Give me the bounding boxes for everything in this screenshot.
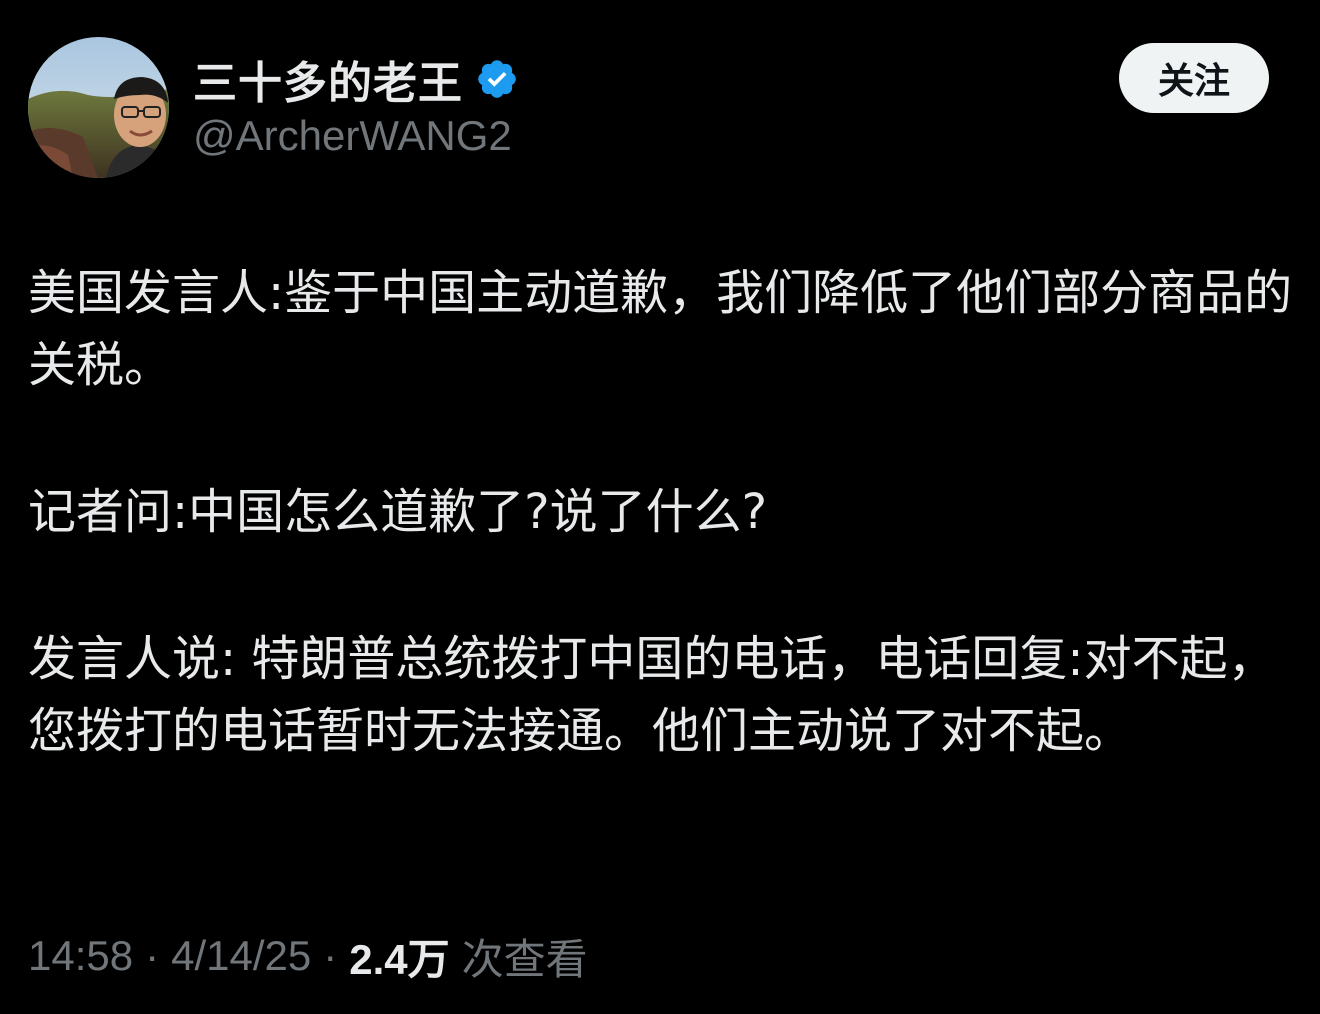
avatar[interactable] bbox=[28, 37, 169, 178]
author-name-row[interactable]: 三十多的老王 bbox=[193, 47, 519, 111]
views-label[interactable]: 次查看 bbox=[462, 926, 588, 987]
tweet-paragraph: 美国发言人:鉴于中国主动道歉，我们降低了他们部分商品的关税。 bbox=[28, 265, 1293, 393]
tweet-card: 三十多的老王 @ArcherWANG2 关注 美国发言人:鉴于中国主动道歉，我们… bbox=[0, 0, 1320, 1014]
follow-button[interactable]: 关注 bbox=[1119, 43, 1269, 113]
tweet-meta: 14:58 · 4/14/25 · 2.4万 次查看 bbox=[28, 926, 588, 986]
avatar-photo bbox=[28, 37, 169, 178]
tweet-paragraph: 记者问:中国怎么道歉了?说了什么? bbox=[28, 484, 768, 540]
tweet-text: 美国发言人:鉴于中国主动道歉，我们降低了他们部分商品的关税。 记者问:中国怎么道… bbox=[28, 257, 1298, 767]
separator-dot: · bbox=[145, 932, 160, 979]
tweet-paragraph: 发言人说: 特朗普总统拨打中国的电话，电话回复:对不起，您拨打的电话暂时无法接通… bbox=[28, 631, 1276, 759]
author-handle[interactable]: @ArcherWANG2 bbox=[193, 112, 512, 160]
tweet-time[interactable]: 14:58 bbox=[28, 932, 133, 980]
display-name[interactable]: 三十多的老王 bbox=[193, 47, 463, 111]
views-count[interactable]: 2.4万 bbox=[349, 926, 449, 987]
separator-dot: · bbox=[323, 932, 338, 979]
tweet-date[interactable]: 4/14/25 bbox=[171, 932, 311, 980]
verified-badge-icon[interactable] bbox=[475, 57, 519, 101]
